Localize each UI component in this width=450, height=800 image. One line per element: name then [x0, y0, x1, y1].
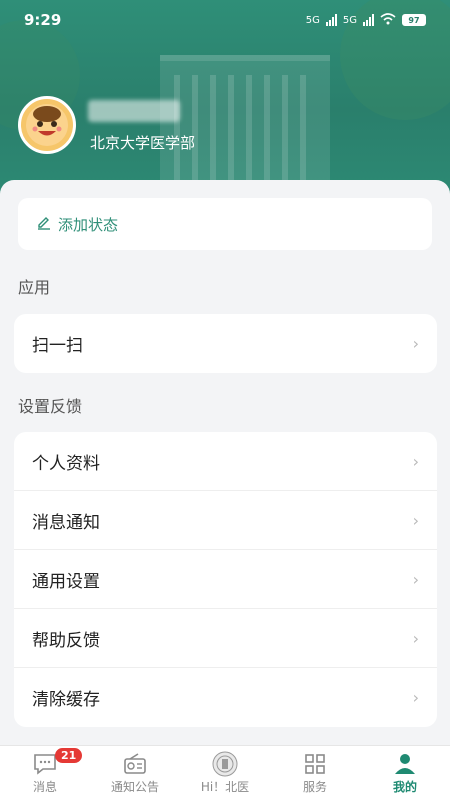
tab-label: 服务: [302, 779, 327, 794]
section-title-apps: 应用: [18, 278, 51, 297]
message-icon: [33, 752, 57, 776]
chevron-right-icon: ›: [412, 510, 419, 530]
battery-icon: 97: [402, 14, 426, 26]
list-item-label: 消息通知: [32, 512, 100, 533]
network-label: 5G: [342, 14, 357, 26]
signal-icon: [325, 14, 337, 26]
person-icon: [394, 752, 416, 776]
add-status-label: 添加状态: [58, 215, 119, 234]
tab-label: 通知公告: [110, 779, 159, 794]
status-bar: 9:29 5G 5G 97: [0, 0, 450, 40]
tab-hi-beiyi[interactable]: Hi！北医: [180, 746, 270, 800]
list-item-label: 扫一扫: [32, 336, 83, 356]
tab-label: 我的: [392, 779, 417, 794]
radio-icon: [123, 752, 147, 776]
list-item-general-settings[interactable]: 通用设置 ›: [14, 550, 437, 609]
school-name: 北京大学医学部: [90, 134, 196, 152]
bottom-tab-bar: 消息 21 通知公告 Hi！北医 服务 我的: [0, 745, 450, 800]
blurred-username: [88, 100, 180, 122]
chevron-right-icon: ›: [412, 334, 419, 353]
add-status-button[interactable]: 添加状态: [18, 198, 432, 250]
tab-services[interactable]: 服务: [270, 746, 360, 800]
tab-label: Hi！北医: [200, 779, 250, 794]
avatar[interactable]: [18, 96, 76, 154]
list-item-label: 个人资料: [32, 453, 100, 474]
tab-messages[interactable]: 消息 21: [0, 746, 90, 800]
list-item-notifications[interactable]: 消息通知 ›: [14, 491, 437, 550]
tab-label: 消息: [32, 779, 57, 794]
smiley-face-icon: [26, 104, 68, 146]
unread-badge: 21: [55, 748, 83, 763]
emblem-icon: [212, 751, 238, 776]
chevron-right-icon: ›: [412, 628, 419, 648]
list-item-help-feedback[interactable]: 帮助反馈 ›: [14, 609, 437, 668]
list-item-label: 清除缓存: [32, 690, 100, 710]
chevron-right-icon: ›: [412, 451, 419, 471]
chevron-right-icon: ›: [412, 688, 419, 707]
wifi-icon: [380, 12, 396, 28]
signal-icon: [363, 14, 374, 26]
apps-list: 扫一扫 ›: [14, 314, 437, 373]
network-label: 5G: [305, 14, 320, 26]
list-item-label: 帮助反馈: [32, 630, 100, 651]
tab-announcements[interactable]: 通知公告: [90, 746, 180, 800]
grid-icon: [304, 752, 326, 776]
list-item-clear-cache[interactable]: 清除缓存 ›: [14, 668, 437, 727]
list-item-scan[interactable]: 扫一扫 ›: [14, 314, 437, 373]
pencil-icon: [36, 214, 52, 234]
status-time: 9:29: [24, 11, 62, 29]
list-item-label: 通用设置: [32, 571, 100, 592]
list-item-profile[interactable]: 个人资料 ›: [14, 432, 437, 491]
building-decoration: [160, 55, 330, 180]
chevron-right-icon: ›: [412, 569, 419, 589]
tab-me[interactable]: 我的: [360, 746, 450, 800]
settings-list: 个人资料 › 消息通知 › 通用设置 › 帮助反馈 › 清除缓存 ›: [14, 432, 437, 727]
section-title-settings: 设置反馈: [18, 397, 83, 416]
